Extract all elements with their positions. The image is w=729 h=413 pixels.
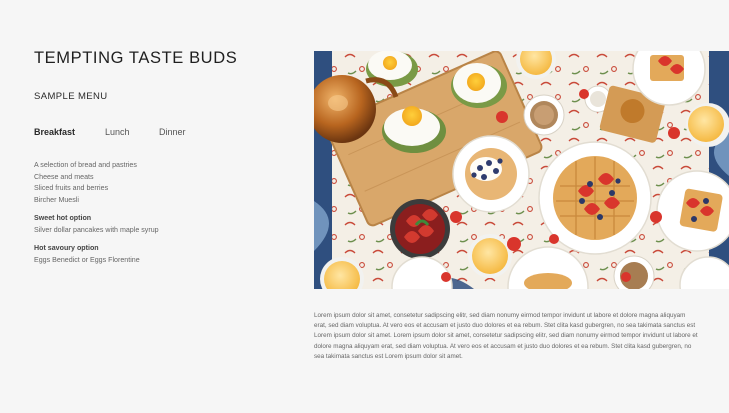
tab-lunch[interactable]: Lunch [105,127,159,137]
menu-item: A selection of bread and pastries [34,161,137,169]
menu-list: A selection of bread and pastries Cheese… [34,160,264,266]
menu-item: Eggs Benedict or Eggs Florentine [34,255,140,264]
page-title: TEMPTING TASTE BUDS [34,49,238,67]
page: TEMPTING TASTE BUDS SAMPLE MENU Breakfas… [0,0,729,413]
menu-item: Sliced fruits and berries [34,184,109,192]
menu-item: Bircher Muesli [34,195,79,204]
menu-item: Silver dollar pancakes with maple syrup [34,225,159,234]
menu-tabs: Breakfast Lunch Dinner [34,127,186,137]
breakfast-table-photo [314,51,729,289]
description-text: Lorem ipsum dolor sit amet, consetetur s… [314,312,698,360]
menu-item: Cheese and meats [34,172,94,181]
tab-dinner[interactable]: Dinner [159,127,186,137]
menu-heading: Sweet hot option [34,214,92,222]
menu-heading: Hot savoury option [34,244,99,252]
menu-group-intro: A selection of bread and pastries Cheese… [34,160,264,206]
menu-group-sweet: Sweet hot option Silver dollar pancakes … [34,213,264,236]
menu-group-savoury: Hot savoury option Eggs Benedict or Eggs… [34,243,264,266]
tab-breakfast[interactable]: Breakfast [34,127,105,137]
page-subtitle: SAMPLE MENU [34,91,108,102]
